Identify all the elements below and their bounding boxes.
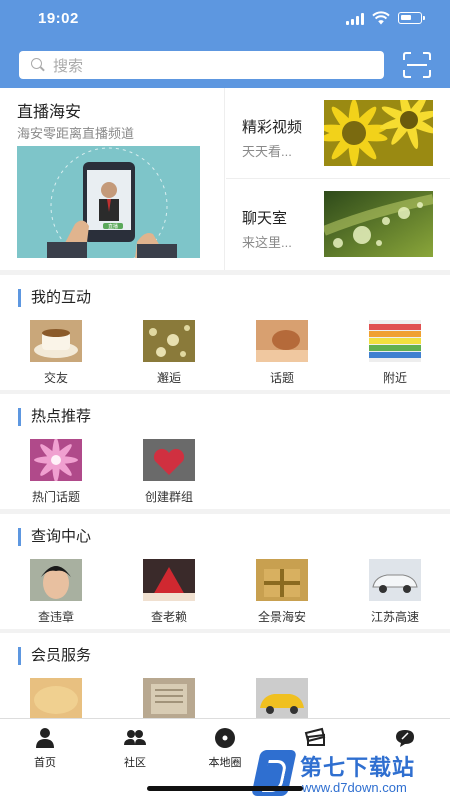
- home-indicator: [147, 786, 303, 791]
- grid-item-label: 话题: [269, 371, 294, 385]
- water-drops-image: [324, 191, 433, 257]
- site-watermark: 第七下载站 www.d7down.com: [251, 748, 450, 800]
- wifi-icon: [372, 11, 390, 25]
- tab-home[interactable]: 首页: [0, 727, 90, 777]
- grid-item-friends[interactable]: 交友: [0, 320, 110, 390]
- coffee-image: [30, 320, 82, 362]
- food-image: [30, 678, 82, 720]
- tab-community[interactable]: 社区: [90, 727, 180, 777]
- section-query: 查询中心 查违章 查老赖 全景海安 江苏高速: [0, 514, 450, 629]
- app-header: 19:02 搜索: [0, 0, 450, 88]
- battery-icon: [398, 12, 425, 24]
- section-title: 我的互动: [18, 289, 91, 307]
- live-subtitle: 海安零距离直播频道: [17, 126, 135, 141]
- grid-item-highway[interactable]: 江苏高速: [339, 559, 449, 629]
- grid-item-nearby[interactable]: 附近: [339, 320, 449, 390]
- pen-chat-icon: [396, 730, 414, 747]
- tab-label: 首页: [34, 757, 56, 769]
- video-card-subtitle: 天天看...: [242, 144, 292, 159]
- hand-image: [256, 320, 308, 362]
- video-card-title: 精彩视频: [242, 119, 303, 136]
- live-channel-card[interactable]: 直播海安 海安零距离直播频道 直播: [0, 88, 225, 270]
- grid-item-hot-topics[interactable]: 热门话题: [0, 439, 110, 509]
- status-time: 19:02: [38, 10, 79, 27]
- grid-item-label: 交友: [43, 371, 68, 385]
- section-interaction: 我的互动 交友 邂逅 话题 附近: [0, 275, 450, 390]
- live-title: 直播海安: [17, 104, 82, 121]
- group-icon: [124, 730, 146, 745]
- watermark-name: 第七下载站: [300, 755, 416, 780]
- status-bar: 19:02: [0, 0, 450, 38]
- grid-item-encounter[interactable]: 邂逅: [113, 320, 223, 390]
- book-image: [143, 678, 195, 720]
- grid-item-label: 创建群组: [144, 490, 193, 504]
- grid-item-traffic-violation[interactable]: 查违章: [0, 559, 110, 629]
- ticket-icon: [304, 727, 326, 746]
- grid-item-topics[interactable]: 话题: [226, 320, 336, 390]
- cellular-signal-icon: [346, 13, 366, 25]
- scan-icon[interactable]: [403, 52, 431, 78]
- flower-image: [30, 439, 82, 481]
- grid-item-label: 查老赖: [150, 610, 187, 624]
- watermark-url: www.d7down.com: [302, 780, 407, 795]
- person-icon: [36, 728, 54, 748]
- grid-item-label: 热门话题: [31, 490, 80, 504]
- car-image: [369, 559, 421, 601]
- section-member: 会员服务: [0, 633, 450, 723]
- section-title: 查询中心: [18, 528, 91, 546]
- sunflower-image: [324, 100, 433, 166]
- chatroom-card-title: 聊天室: [242, 210, 288, 227]
- strawberry-image: [143, 559, 195, 601]
- section-title: 会员服务: [18, 647, 91, 665]
- disc-icon: [215, 728, 235, 748]
- grid-item-label: 附近: [382, 371, 407, 385]
- chatroom-card-subtitle: 来这里...: [242, 235, 292, 250]
- section-recommend: 热点推荐 热门话题 创建群组: [0, 394, 450, 509]
- grid-item-label: 邂逅: [156, 371, 181, 385]
- banner-area: 直播海安 海安零距离直播频道 直播 精彩视频 天天看... 聊天室 来这里...: [0, 88, 450, 270]
- search-icon: [31, 58, 45, 72]
- pencils-image: [369, 320, 421, 362]
- chatroom-card[interactable]: 聊天室 来这里...: [226, 179, 450, 270]
- portrait-image: [30, 559, 82, 601]
- heart-image: [143, 439, 195, 481]
- grid-item-create-group[interactable]: 创建群组: [113, 439, 223, 509]
- grid-item-label: 全景海安: [257, 610, 306, 624]
- gift-box-image: [256, 559, 308, 601]
- grid-item-label: 江苏高速: [370, 610, 419, 624]
- grid-item-label: 查违章: [37, 610, 74, 624]
- live-illustration: 直播: [17, 146, 200, 258]
- grid-item-panorama[interactable]: 全景海安: [226, 559, 336, 629]
- yellow-car-image: [256, 678, 308, 720]
- section-title: 热点推荐: [18, 408, 91, 426]
- water-image: [143, 320, 195, 362]
- tab-label: 社区: [124, 757, 146, 769]
- search-input[interactable]: 搜索: [19, 51, 384, 79]
- grid-item-defaulter[interactable]: 查老赖: [113, 559, 223, 629]
- video-card[interactable]: 精彩视频 天天看...: [226, 88, 450, 179]
- live-badge: 直播: [108, 223, 118, 230]
- search-placeholder: 搜索: [53, 57, 84, 75]
